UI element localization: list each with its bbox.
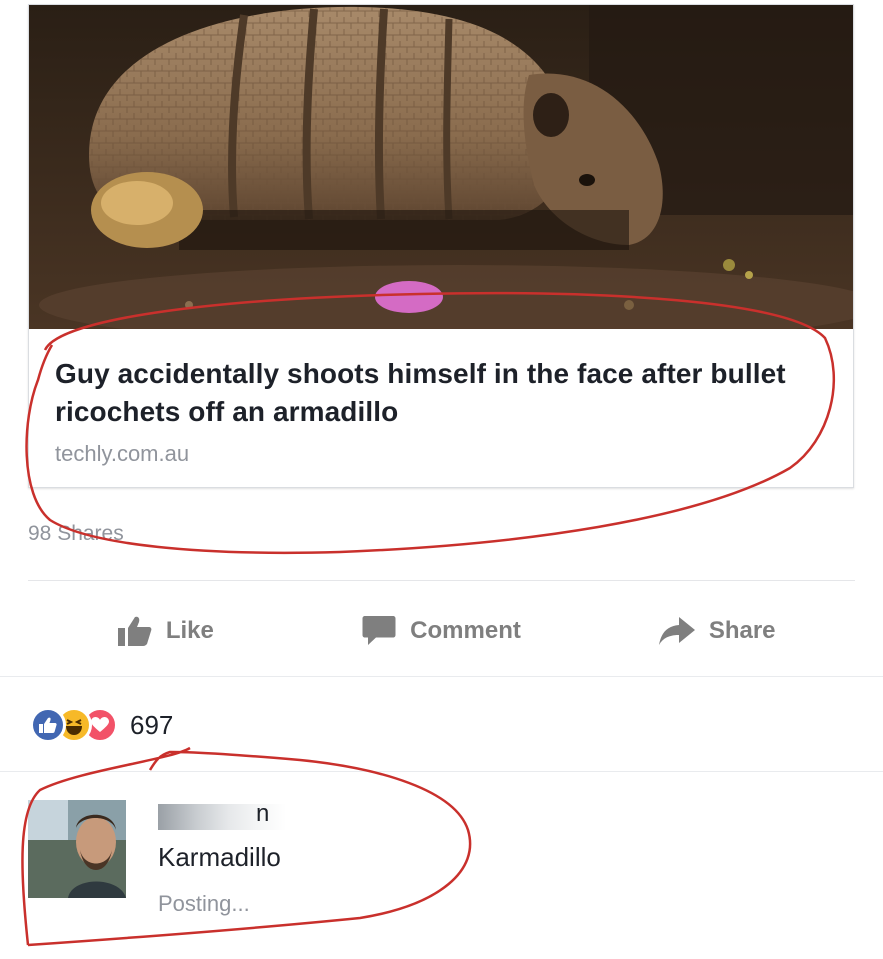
share-button[interactable]: Share xyxy=(579,617,855,645)
divider xyxy=(0,771,883,772)
thumbs-up-icon xyxy=(117,616,152,646)
reaction-count: 697 xyxy=(130,709,174,740)
shares-count[interactable]: 98 Shares xyxy=(28,522,124,546)
comment-body: n Karmadillo Posting... xyxy=(158,800,286,917)
armadillo-image xyxy=(29,5,853,329)
link-preview-card[interactable]: Guy accidentally shoots himself in the f… xyxy=(28,4,854,488)
comment-status: Posting... xyxy=(158,891,250,916)
action-bar: Like Comment Share xyxy=(28,603,855,659)
like-button[interactable]: Like xyxy=(28,616,304,646)
share-arrow-icon xyxy=(658,617,695,645)
comment-text: Karmadillo xyxy=(158,842,281,872)
avatar[interactable] xyxy=(28,800,126,898)
comment-label: Comment xyxy=(410,617,521,644)
divider xyxy=(28,580,855,581)
comment: n Karmadillo Posting... xyxy=(28,800,855,920)
share-label: Share xyxy=(708,617,776,644)
divider xyxy=(0,676,883,677)
like-icon xyxy=(30,707,66,743)
link-domain: techly.com.au xyxy=(55,441,190,466)
link-title[interactable]: Guy accidentally shoots himself in the f… xyxy=(55,355,833,431)
comment-button[interactable]: Comment xyxy=(304,615,580,647)
like-label: Like xyxy=(165,617,214,644)
comment-icon xyxy=(362,616,396,645)
link-preview-text[interactable]: Guy accidentally shoots himself in the f… xyxy=(55,355,833,467)
link-preview-image[interactable] xyxy=(29,5,853,329)
comment-author-visible: n xyxy=(256,800,270,827)
comment-author-redacted[interactable]: n xyxy=(158,800,286,830)
reactions-summary[interactable]: 697 xyxy=(30,704,173,746)
